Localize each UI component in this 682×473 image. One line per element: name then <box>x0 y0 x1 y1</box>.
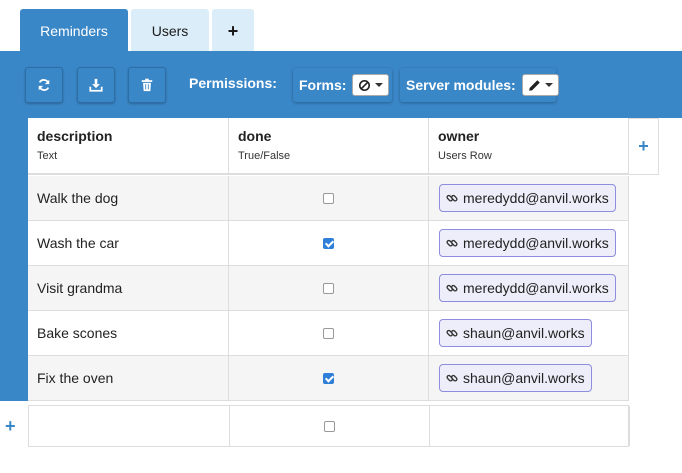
table-row: Fix the oven shaun@anvil.works <box>28 356 629 401</box>
owner-email: shaun@anvil.works <box>463 370 585 386</box>
table-toolbar: Permissions: Forms: Server modules: <box>0 51 682 118</box>
forms-label: Forms: <box>299 77 347 93</box>
add-row-button[interactable]: + <box>5 416 16 437</box>
owner-email: meredydd@anvil.works <box>463 190 609 206</box>
pencil-icon <box>528 79 540 91</box>
tab-bar: Reminders Users + <box>0 0 682 52</box>
link-icon <box>446 374 458 382</box>
done-cell[interactable] <box>229 176 429 220</box>
owner-cell[interactable]: meredydd@anvil.works <box>429 176 629 220</box>
done-cell[interactable] <box>229 266 429 310</box>
forms-permission-group: Forms: <box>293 68 392 102</box>
permissions-label: Permissions: <box>189 75 277 91</box>
column-header-owner[interactable]: owner Users Row <box>429 118 629 175</box>
column-type: Users Row <box>438 150 492 162</box>
add-table-tab[interactable]: + <box>212 9 254 51</box>
tab-reminders[interactable]: Reminders <box>20 9 128 51</box>
server-modules-label: Server modules: <box>406 77 516 93</box>
done-cell[interactable] <box>229 311 429 355</box>
owner-link[interactable]: meredydd@anvil.works <box>439 274 616 302</box>
done-checkbox[interactable] <box>323 372 334 384</box>
owner-link[interactable]: meredydd@anvil.works <box>439 184 616 212</box>
owner-cell[interactable]: meredydd@anvil.works <box>429 266 629 310</box>
done-checkbox[interactable] <box>323 282 334 294</box>
server-modules-permission-dropdown[interactable] <box>521 74 559 96</box>
new-row-done-cell[interactable] <box>230 406 430 446</box>
description-cell[interactable]: Bake scones <box>28 311 229 355</box>
description-cell[interactable]: Visit grandma <box>28 266 229 310</box>
column-header-done[interactable]: done True/False <box>229 118 429 175</box>
refresh-button[interactable] <box>25 67 63 103</box>
server-modules-permission-group: Server modules: <box>400 68 559 102</box>
table-row: Visit grandma meredydd@anvil.works <box>28 266 629 311</box>
done-cell[interactable] <box>229 221 429 265</box>
table-row: Wash the car meredydd@anvil.works <box>28 221 629 266</box>
column-name: description <box>37 128 113 144</box>
table-row: Bake scones shaun@anvil.works <box>28 311 629 356</box>
download-icon <box>89 78 103 92</box>
owner-email: meredydd@anvil.works <box>463 280 609 296</box>
refresh-icon <box>38 79 50 91</box>
link-icon <box>446 284 458 292</box>
new-row-owner-cell[interactable] <box>430 406 630 446</box>
done-checkbox[interactable] <box>323 192 334 204</box>
owner-email: shaun@anvil.works <box>463 325 585 341</box>
done-checkbox[interactable] <box>323 237 334 249</box>
row-selector-bar <box>0 118 28 401</box>
chevron-down-icon <box>544 83 553 87</box>
new-row-description-cell[interactable] <box>29 406 230 446</box>
owner-link[interactable]: shaun@anvil.works <box>439 319 592 347</box>
done-cell[interactable] <box>229 356 429 400</box>
column-type: True/False <box>238 150 291 162</box>
chevron-down-icon <box>375 83 384 87</box>
delete-table-button[interactable] <box>128 67 166 103</box>
link-icon <box>446 329 458 337</box>
link-icon <box>446 239 458 247</box>
no-access-icon <box>359 79 371 91</box>
table-row: Walk the dog meredydd@anvil.works <box>28 176 629 221</box>
download-button[interactable] <box>77 67 115 103</box>
owner-cell[interactable]: shaun@anvil.works <box>429 356 629 400</box>
column-header-description[interactable]: description Text <box>28 118 229 175</box>
owner-link[interactable]: meredydd@anvil.works <box>439 229 616 257</box>
owner-email: meredydd@anvil.works <box>463 235 609 251</box>
new-row <box>28 405 630 447</box>
forms-permission-dropdown[interactable] <box>352 74 390 96</box>
tab-users[interactable]: Users <box>131 9 209 51</box>
trash-icon <box>141 78 153 92</box>
description-cell[interactable]: Walk the dog <box>28 176 229 220</box>
column-name: owner <box>438 128 480 144</box>
done-checkbox[interactable] <box>324 420 335 432</box>
owner-cell[interactable]: meredydd@anvil.works <box>429 221 629 265</box>
owner-link[interactable]: shaun@anvil.works <box>439 364 592 392</box>
add-column-button[interactable]: + <box>629 118 659 175</box>
description-cell[interactable]: Wash the car <box>28 221 229 265</box>
owner-cell[interactable]: shaun@anvil.works <box>429 311 629 355</box>
description-cell[interactable]: Fix the oven <box>28 356 229 400</box>
link-icon <box>446 194 458 202</box>
done-checkbox[interactable] <box>323 327 334 339</box>
column-name: done <box>238 128 272 144</box>
column-type: Text <box>37 150 58 162</box>
